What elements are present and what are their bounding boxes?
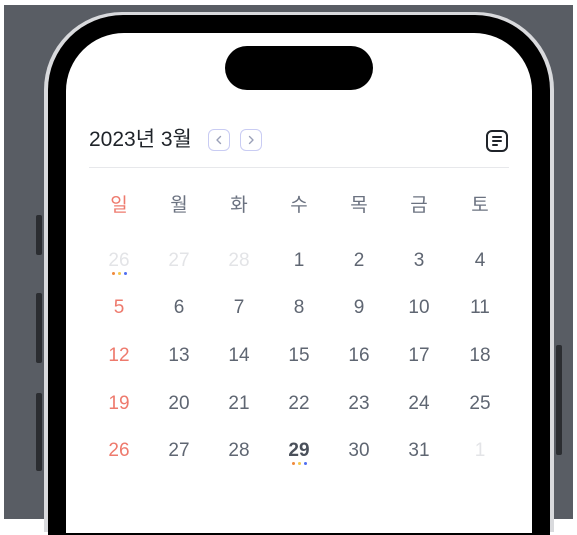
day-cell[interactable]: 22	[279, 392, 319, 416]
day-cell[interactable]: 17	[399, 344, 439, 368]
day-cell[interactable]: 23	[339, 392, 379, 416]
phone-power-button	[556, 345, 562, 455]
event-dot	[303, 462, 307, 465]
weekday-label: 목	[350, 195, 368, 216]
event-dot	[111, 272, 115, 275]
weekday-label: 월	[170, 195, 188, 216]
day-cell[interactable]: 1	[279, 249, 319, 273]
dynamic-island	[225, 46, 373, 90]
event-dot	[291, 462, 295, 465]
day-cell[interactable]: 12	[99, 344, 139, 368]
day-cell[interactable]: 14	[219, 344, 259, 368]
day-cell[interactable]: 24	[399, 392, 439, 416]
weekday-label: 일	[110, 195, 128, 216]
day-cell: 28	[228, 250, 250, 271]
day-cell[interactable]: 30	[339, 439, 379, 463]
event-dot	[117, 272, 121, 275]
day-cell[interactable]: 6	[159, 296, 199, 320]
day-cell-today[interactable]: 29	[279, 439, 319, 463]
phone-volume-down-button	[36, 393, 42, 471]
weekday-label: 수	[290, 195, 308, 216]
day-cell[interactable]: 20	[159, 392, 199, 416]
day-cell[interactable]: 8	[279, 296, 319, 320]
phone-volume-up-button	[36, 293, 42, 363]
next-month-button[interactable]	[240, 129, 262, 151]
day-cell[interactable]: 10	[399, 296, 439, 320]
day-cell[interactable]: 3	[399, 249, 439, 273]
day-cell[interactable]: 9	[339, 296, 379, 320]
day-cell[interactable]: 2	[339, 249, 379, 273]
day-cell[interactable]: 28	[219, 439, 259, 463]
day-cell[interactable]: 19	[99, 392, 139, 416]
day-cell[interactable]: 11	[460, 296, 500, 320]
day-cell[interactable]: 31	[399, 439, 439, 463]
day-cell: 1	[474, 440, 486, 461]
event-dots	[289, 462, 309, 466]
day-cell[interactable]: 25	[460, 392, 500, 416]
weekday-label: 토	[471, 195, 489, 216]
event-dot	[297, 462, 301, 465]
day-cell[interactable]: 4	[460, 249, 500, 273]
day-cell[interactable]: 15	[279, 344, 319, 368]
day-cell[interactable]: 7	[219, 296, 259, 320]
prev-month-button[interactable]	[208, 129, 230, 151]
event-dots	[109, 272, 129, 276]
day-cell[interactable]: 27	[159, 439, 199, 463]
list-view-button[interactable]	[486, 130, 508, 152]
day-cell[interactable]: 16	[339, 344, 379, 368]
phone-action-button	[36, 215, 42, 255]
event-dot	[123, 272, 127, 275]
day-cell[interactable]: 18	[460, 344, 500, 368]
day-cell[interactable]: 13	[159, 344, 199, 368]
day-cell[interactable]: 21	[219, 392, 259, 416]
header-divider	[89, 167, 509, 168]
day-cell[interactable]: 26	[99, 439, 139, 463]
chevron-left-icon	[216, 135, 222, 145]
day-cell: 27	[168, 250, 190, 271]
weekday-label: 금	[410, 195, 428, 216]
month-title: 2023년 3월	[89, 128, 192, 151]
chevron-right-icon	[248, 135, 254, 145]
day-cell: 26	[108, 250, 130, 271]
day-cell[interactable]: 5	[99, 296, 139, 320]
weekday-label: 화	[230, 195, 248, 216]
